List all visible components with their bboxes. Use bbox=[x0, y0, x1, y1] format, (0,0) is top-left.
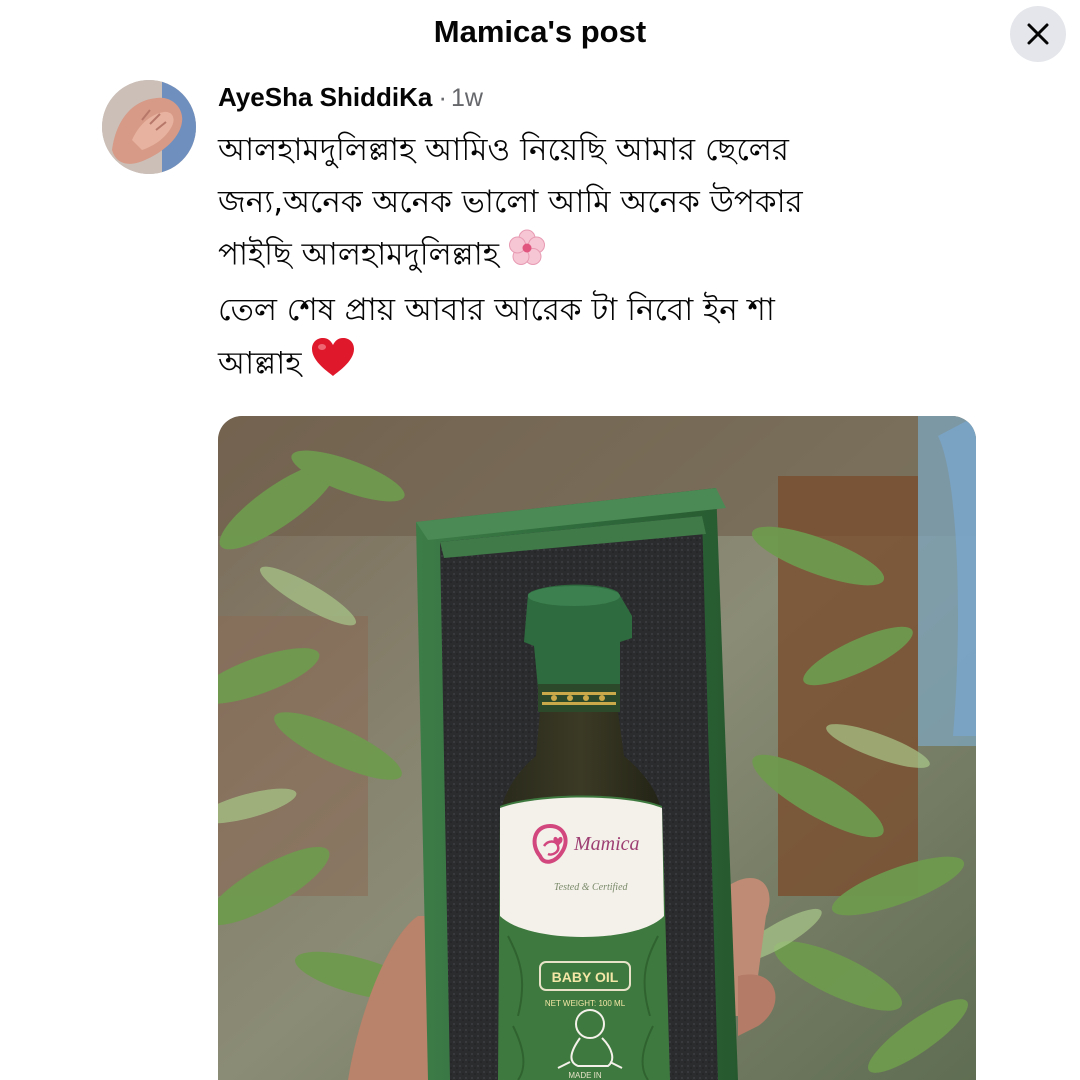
comment-photo[interactable]: Mamica Tested & Certified BABY OIL NET W… bbox=[218, 416, 976, 1080]
author-name[interactable]: AyeSha ShiddiKa bbox=[218, 82, 432, 112]
close-button[interactable] bbox=[1010, 6, 1066, 62]
cherry-blossom-icon bbox=[507, 228, 547, 284]
bottom-label: MADE IN bbox=[568, 1071, 602, 1080]
close-icon bbox=[1027, 23, 1049, 45]
dialog-header: Mamica's post bbox=[0, 0, 1080, 70]
comment-line-text: পাইছি আলহামদুলিল্লাহ bbox=[218, 236, 499, 273]
brand-name: Mamica bbox=[573, 833, 640, 855]
comment-line: জন্য,অনেক অনেক ভালো আমি অনেক উপকার bbox=[218, 184, 803, 220]
page-title: Mamica's post bbox=[433, 14, 647, 49]
avatar[interactable] bbox=[102, 80, 196, 174]
brand-tagline: Tested & Certified bbox=[554, 882, 629, 893]
comment-line: আলহামদুলিল্লাহ আমিও নিয়েছি আমার ছেলের bbox=[218, 132, 789, 168]
comment-line-with-emoji: পাইছি আলহামদুলিল্লাহ bbox=[218, 228, 1018, 284]
comment-meta: AyeSha ShiddiKa · 1w bbox=[218, 80, 483, 115]
post-comments-view: Mamica's post AyeSha ShiddiKa · 1w আলহামদু… bbox=[0, 0, 1080, 1080]
comment-body: আলহামদুলিল্লাহ আমিও নিয়েছি আমার ছেলের জ… bbox=[218, 124, 1018, 394]
comment-line: তেল শেষ প্রায় আবার আরেক টা নিবো ইন শা bbox=[218, 292, 775, 328]
comment-line-with-emoji: আল্লাহ bbox=[218, 336, 1018, 394]
comment-line-text: আল্লাহ bbox=[218, 345, 302, 382]
comment-timestamp[interactable]: 1w bbox=[451, 84, 483, 112]
meta-separator: · bbox=[438, 82, 447, 112]
product-name: BABY OIL bbox=[552, 969, 619, 985]
net-weight: NET WEIGHT: 100 ML bbox=[545, 999, 626, 1008]
red-heart-icon bbox=[310, 336, 356, 394]
avatar-hands-image bbox=[102, 80, 196, 174]
